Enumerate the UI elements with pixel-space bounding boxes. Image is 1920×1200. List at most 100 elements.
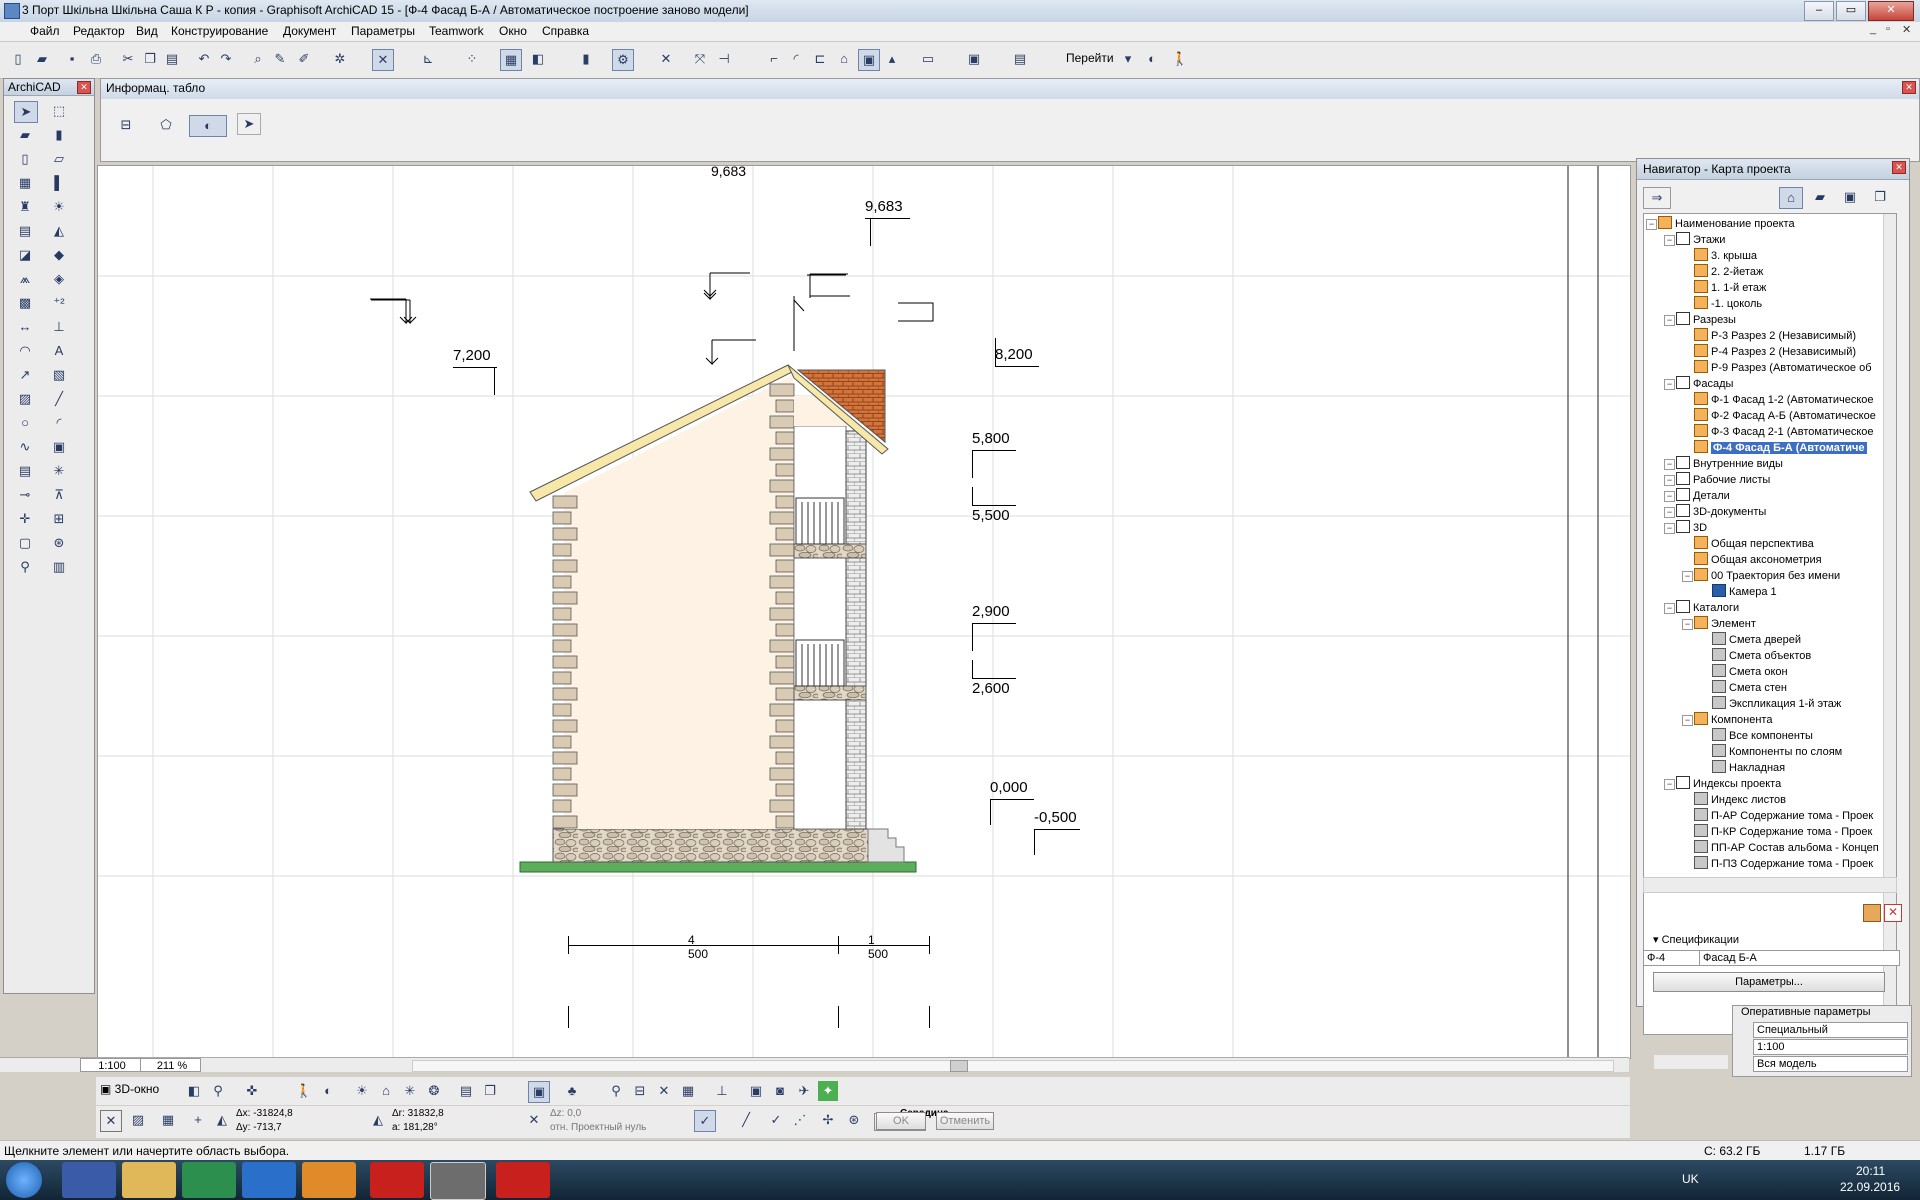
marquee-icon[interactable]: ▴ [882,49,902,69]
tree-node[interactable]: Ф-1 Фасад 1-2 (Автоматическое [1694,392,1874,408]
cut-icon[interactable]: ✂ [118,49,138,69]
tree-node[interactable]: П-КР Содержание тома - Проек [1694,824,1872,840]
expand-toggle-icon[interactable]: − [1664,491,1675,502]
delete-view-icon[interactable]: ✕ [1884,904,1902,922]
menu-options[interactable]: Параметры [351,24,415,38]
sun-icon[interactable]: ✳ [400,1081,420,1101]
tree-node[interactable]: Все компоненты [1712,728,1813,744]
object-tool-icon[interactable]: ♜ [14,197,36,217]
change-tool-icon[interactable]: ⊛ [48,533,70,553]
tree-node[interactable]: П-АР Содержание тома - Проек [1694,808,1873,824]
tree-node[interactable]: Смета окон [1712,664,1788,680]
skylight-tool-icon[interactable]: ◆ [48,245,70,265]
toolbox-close-icon[interactable]: ✕ [77,81,91,94]
plants-icon[interactable]: ♣ [562,1081,582,1101]
arrow-tool-icon[interactable]: ➤ [14,101,38,123]
undo-icon[interactable]: ↶ [194,49,214,69]
split-icon[interactable]: ⤧ [690,49,710,69]
menu-window[interactable]: Окно [499,24,527,38]
menu-file[interactable]: Файл [30,24,60,38]
taskbar-explorer-icon[interactable] [122,1162,176,1198]
clock-date[interactable]: 22.09.2016 [1840,1180,1900,1194]
expand-toggle-icon[interactable]: − [1664,315,1675,326]
geometry-method-icon[interactable]: ⊟ [115,115,137,135]
tree-node[interactable]: Каталоги [1676,600,1739,616]
slab-tool-icon[interactable]: ▱ [48,149,70,169]
taskbar-floppy-icon[interactable] [62,1162,116,1198]
tree-node[interactable]: Ф-3 Фасад 2-1 (Автоматическое [1694,424,1874,440]
selection-arrow-icon[interactable]: ➤ [237,113,261,135]
roof-trim-icon[interactable]: ⌂ [834,49,854,69]
3d-window-button[interactable]: ▣ 3D-окно [100,1082,159,1096]
tree-node[interactable]: Р-4 Разрез 2 (Независимый) [1694,344,1856,360]
arc-tool-icon[interactable]: ◜ [48,413,70,433]
grid-tool-icon[interactable]: ▥ [48,557,70,577]
tree-node[interactable]: Экспликация 1-й этаж [1712,696,1841,712]
wall-tool-icon[interactable]: ▰ [14,125,36,145]
view-settings-icon[interactable]: ▭ [918,49,938,69]
line-tool-icon[interactable]: ╱ [48,389,70,409]
tree-node[interactable]: Рабочие листы [1676,472,1770,488]
offset-icon[interactable]: ⊏ [810,49,830,69]
elevation-tool-icon[interactable]: ⊼ [48,485,70,505]
inject-icon[interactable]: ✐ [294,49,314,69]
tree-node[interactable]: Общая аксонометрия [1694,552,1822,568]
spec-name-field[interactable]: Фасад Б-А [1699,950,1900,966]
walk-icon[interactable]: ◐ [1142,49,1162,69]
menu-edit[interactable]: Редактор [73,24,125,38]
project-map-icon[interactable]: ⌂ [1779,187,1803,209]
marquee-tool-icon[interactable]: ⬚ [48,101,70,121]
mdi-close-icon[interactable]: ✕ [1902,23,1911,36]
tree-node[interactable]: -1. цоколь [1694,296,1762,312]
taskbar-chrome-icon[interactable] [182,1162,236,1198]
camera-tool-icon[interactable]: ⚲ [14,557,36,577]
fill-tool-icon[interactable]: ▧ [48,365,70,385]
expand-toggle-icon[interactable]: − [1664,507,1675,518]
tree-node[interactable]: Внутренние виды [1676,456,1783,472]
expand-toggle-icon[interactable]: − [1682,619,1693,630]
language-indicator[interactable]: UK [1682,1172,1699,1186]
man-icon[interactable]: 🚶 [1170,49,1190,69]
polygon-method-icon[interactable]: ⬠ [155,115,177,135]
tree-node[interactable]: П-ПЗ Содержание тома - Проек [1694,856,1873,872]
label-tool-icon[interactable]: ↗ [14,365,36,385]
column-tool-icon[interactable]: ▮ [48,125,70,145]
delete-icon[interactable]: ✕ [656,49,676,69]
ops-model-view-select[interactable]: Специальный [1753,1022,1908,1038]
spline-tool-icon[interactable]: ∿ [14,437,36,457]
tree-node[interactable]: Этажи [1676,232,1725,248]
camera-icon[interactable]: ⚲ [208,1081,228,1101]
pin-icon[interactable]: ⚲ [606,1081,626,1101]
door-tool-icon[interactable]: ▌ [48,173,70,193]
z-axis-icon[interactable]: ✕ [524,1110,544,1130]
tree-node[interactable]: Р-9 Разрез (Автоматическое об [1694,360,1872,376]
page-icon[interactable]: ▤ [456,1081,476,1101]
guide-lines-icon[interactable]: ✕ [372,49,394,71]
ok-button-label[interactable]: OK [876,1112,926,1130]
tree-node[interactable]: Общая перспектива [1694,536,1814,552]
tree-node[interactable]: 1. 1-й етаж [1694,280,1766,296]
horizontal-scrollbar[interactable] [412,1060,1614,1072]
expand-toggle-icon[interactable]: − [1646,219,1657,230]
tree-node[interactable]: 3D-документы [1676,504,1766,520]
tree-node[interactable]: Р-3 Разрез 2 (Независимый) [1694,328,1856,344]
level-dimension-tool-icon[interactable]: ⊥ [48,317,70,337]
selection-method-icon[interactable]: ◐ [189,115,227,137]
tree-horizontal-scrollbar[interactable] [1643,877,1897,893]
save-icon[interactable]: ▪ [62,49,82,69]
ops-structure-select[interactable]: Вся модель [1753,1056,1908,1072]
export-icon[interactable]: ✦ [818,1081,838,1101]
snap-line-icon[interactable]: ╱ [736,1110,756,1130]
element-info-icon[interactable]: ⚙ [612,49,634,71]
active-view-icon[interactable]: ▣ [528,1081,550,1103]
curtain-wall-tool-icon[interactable]: ⩕ [14,269,36,289]
tree-node[interactable]: Индекс листов [1694,792,1786,808]
trace-icon[interactable]: ▮ [576,49,596,69]
expand-toggle-icon[interactable]: − [1664,523,1675,534]
snap-guide-icon[interactable]: ✓ [694,1110,716,1132]
expand-toggle-icon[interactable]: − [1664,779,1675,790]
expand-toggle-icon[interactable]: − [1664,475,1675,486]
tree-node[interactable]: Наименование проекта [1658,216,1795,232]
dimension-tool-icon[interactable]: ↔ [14,317,36,337]
menu-help[interactable]: Справка [542,24,589,38]
